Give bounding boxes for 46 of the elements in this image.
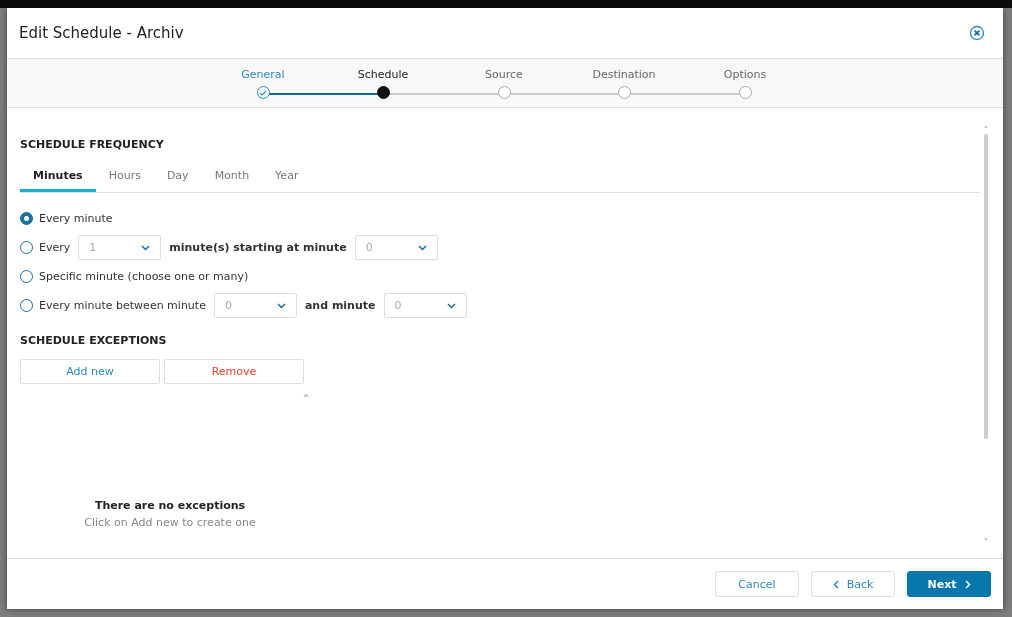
empty-state-title: There are no exceptions xyxy=(94,499,246,512)
option-label: and minute xyxy=(304,299,376,312)
radio-button[interactable] xyxy=(20,270,33,283)
radio-button[interactable] xyxy=(20,212,33,225)
close-button[interactable] xyxy=(969,25,985,41)
tab[interactable]: Hours xyxy=(95,163,154,192)
option-label: minute(s) starting at minute xyxy=(169,241,347,254)
chevron-down-icon xyxy=(276,302,286,309)
step-label[interactable]: Options xyxy=(723,68,767,81)
step-label[interactable]: Source xyxy=(485,68,523,81)
dialog-title: Edit Schedule - Archiv xyxy=(19,24,184,42)
chevron-right-icon xyxy=(964,579,971,589)
option-label: Specific minute (choose one or many) xyxy=(39,270,249,283)
cancel-button[interactable]: Cancel xyxy=(715,571,799,597)
checkmark-icon xyxy=(259,89,267,96)
radio-button[interactable] xyxy=(20,299,33,312)
step-label[interactable]: Schedule xyxy=(357,68,409,81)
section-heading: SCHEDULE FREQUENCY xyxy=(20,138,165,151)
step-marker[interactable] xyxy=(738,86,752,99)
empty-state-hint: Click on Add new to create one xyxy=(84,516,256,529)
option-label: Every minute between minute xyxy=(39,299,206,312)
chevron-down-icon xyxy=(141,244,151,251)
tab[interactable]: Month xyxy=(201,163,263,192)
option-label: Every xyxy=(39,241,71,254)
back-button[interactable]: Back xyxy=(811,571,895,597)
tab[interactable]: Day xyxy=(153,163,202,192)
add-button[interactable]: Add new xyxy=(20,359,160,384)
next-button[interactable]: Next xyxy=(907,571,991,597)
remove-button[interactable]: Remove xyxy=(164,359,304,384)
chevron-down-icon xyxy=(417,244,427,251)
dropdown[interactable]: 0 xyxy=(213,293,297,318)
step-label[interactable]: Destination xyxy=(592,68,656,81)
step-label[interactable]: General xyxy=(241,68,285,81)
option-label: Every minute xyxy=(39,212,113,225)
step-marker[interactable] xyxy=(497,86,511,99)
tab[interactable]: Minutes xyxy=(20,163,96,192)
section-heading: SCHEDULE EXCEPTIONS xyxy=(20,334,168,347)
chevron-left-icon xyxy=(832,579,839,589)
tab[interactable]: Year xyxy=(262,163,312,192)
step-marker[interactable] xyxy=(617,86,631,99)
step-marker[interactable] xyxy=(256,86,270,99)
radio-button[interactable] xyxy=(20,241,33,254)
dropdown[interactable]: 0 xyxy=(354,235,438,260)
chevron-down-icon xyxy=(446,302,456,309)
dropdown[interactable]: 0 xyxy=(383,293,467,318)
step-marker[interactable] xyxy=(376,86,390,99)
